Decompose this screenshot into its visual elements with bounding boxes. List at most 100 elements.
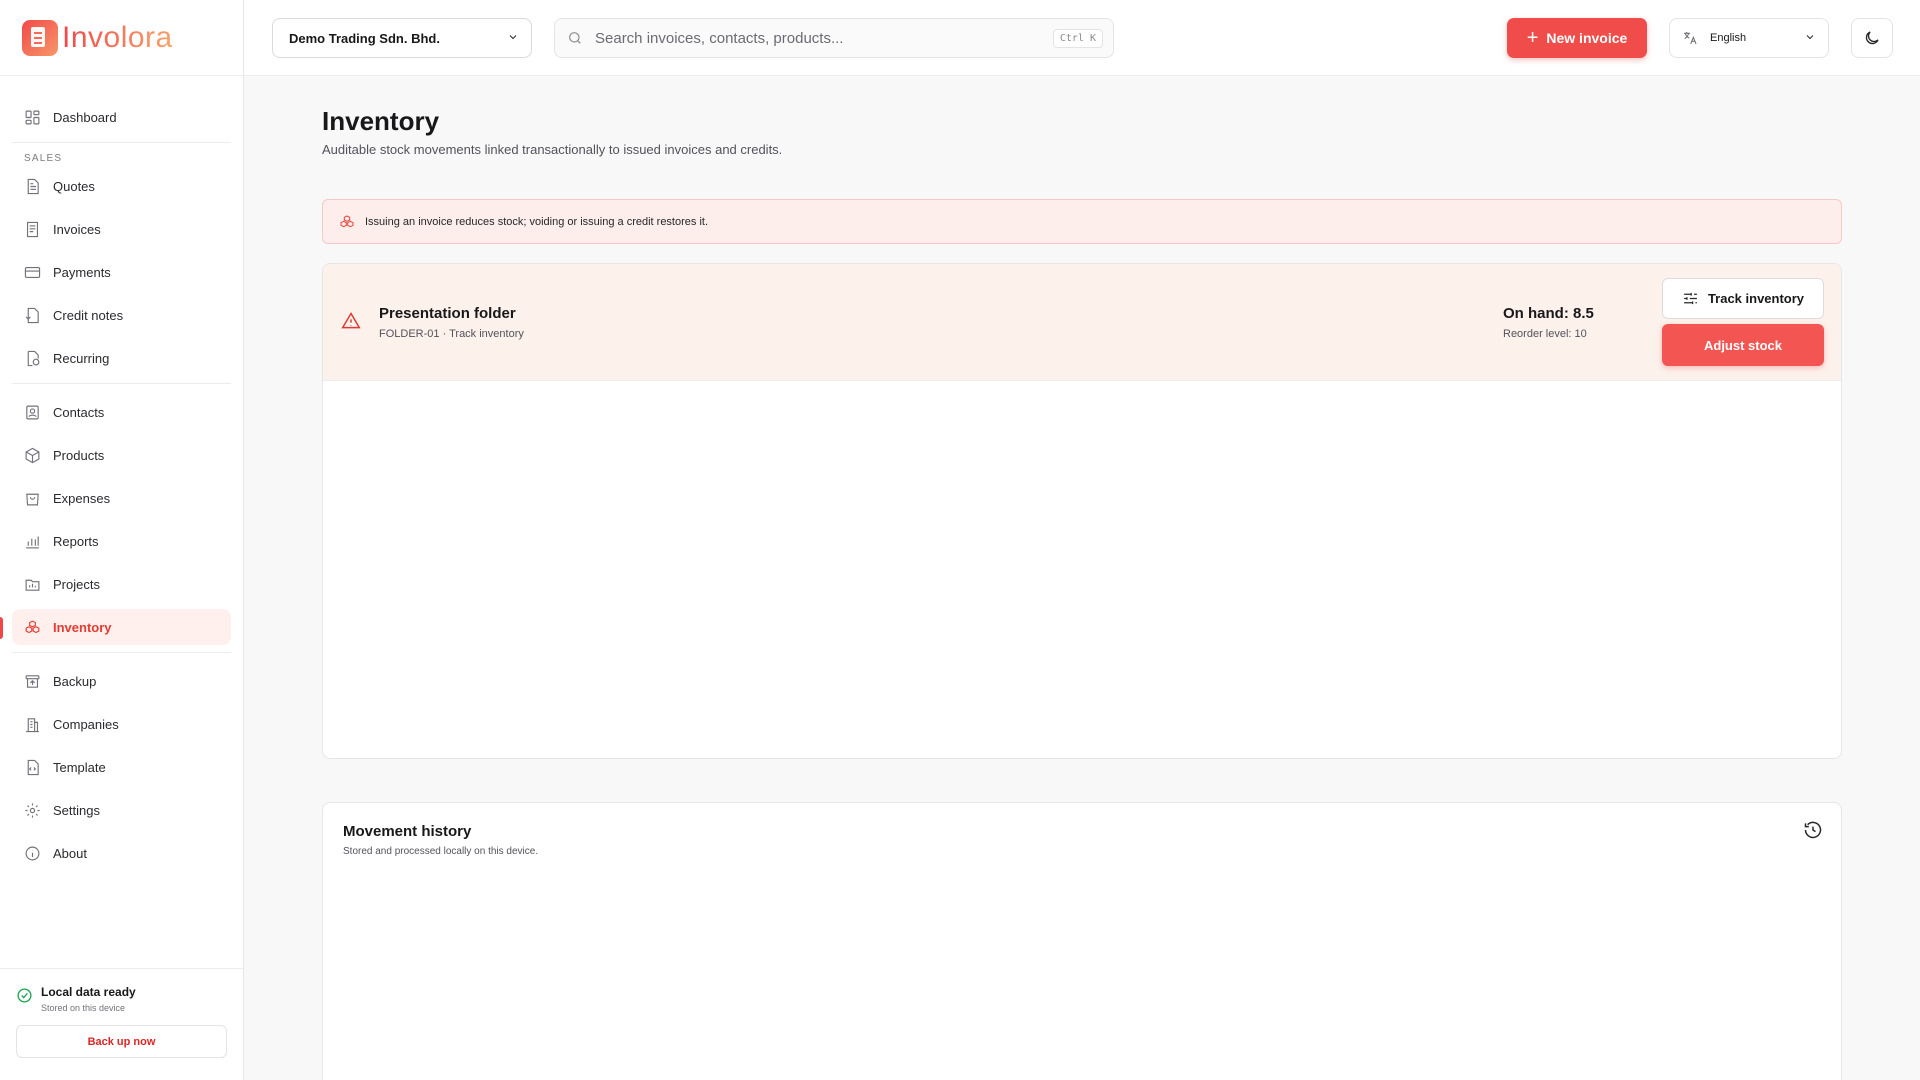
status-title: Local data ready — [41, 985, 136, 999]
sidebar-item-recurring[interactable]: Recurring — [12, 340, 231, 376]
page-subtitle: Auditable stock movements linked transac… — [322, 142, 783, 157]
new-invoice-label: New invoice — [1546, 30, 1628, 46]
sidebar-item-label: Payments — [53, 264, 111, 280]
sidebar-item-label: Inventory — [53, 619, 112, 635]
status-subtitle: Stored on this device — [41, 1003, 126, 1013]
language-select[interactable]: English — [1669, 18, 1829, 58]
alert-text: Issuing an invoice reduces stock; voidin… — [365, 215, 708, 228]
chart-icon — [26, 536, 39, 548]
translate-icon — [1684, 32, 1697, 45]
boxes-icon — [25, 619, 40, 633]
sidebar-item-label: Projects — [53, 576, 100, 592]
sidebar-item-template[interactable]: Template — [12, 749, 231, 785]
dashboard-icon — [25, 110, 40, 124]
archive-icon — [25, 674, 40, 688]
sidebar-item-label: Quotes — [53, 178, 95, 194]
code-file-icon — [27, 759, 39, 775]
sidebar-item-label: Companies — [53, 716, 119, 732]
divider — [12, 652, 231, 653]
sidebar-item-products[interactable]: Products — [12, 437, 231, 473]
search-icon — [569, 32, 581, 44]
sidebar-item-projects[interactable]: Projects — [12, 566, 231, 602]
product-header: Presentation folder FOLDER-01 · Track in… — [323, 264, 1841, 381]
sidebar-item-label: Contacts — [53, 404, 105, 420]
sidebar-item-label: Backup — [53, 673, 97, 689]
gear-icon — [25, 802, 40, 818]
check-circle-icon — [17, 988, 32, 1003]
sliders-icon — [1684, 292, 1697, 305]
sidebar-item-label: Settings — [53, 802, 100, 818]
sidebar-footer: Local data ready Stored on this device B… — [0, 968, 243, 1080]
product-name: Presentation folder — [379, 305, 516, 322]
history-icon[interactable] — [1803, 820, 1823, 840]
divider — [12, 142, 231, 143]
sidebar-item-label: Template — [53, 759, 106, 775]
sidebar-item-contacts[interactable]: Contacts — [12, 394, 231, 430]
sidebar-item-backup[interactable]: Backup — [12, 663, 231, 699]
sidebar-item-label: Dashboard — [53, 109, 117, 125]
sidebar-item-dashboard[interactable]: Dashboard — [12, 99, 231, 135]
info-alert: Issuing an invoice reduces stock; voidin… — [322, 199, 1842, 244]
sidebar-item-label: Products — [53, 447, 105, 463]
info-icon — [25, 846, 40, 860]
sidebar-item-inventory[interactable]: Inventory — [0, 609, 231, 645]
product-meta: FOLDER-01 · Track inventory — [379, 328, 524, 340]
sidebar-item-credit-notes[interactable]: Credit notes — [12, 297, 231, 333]
product-card: Presentation folder FOLDER-01 · Track in… — [322, 263, 1842, 759]
folder-icon — [25, 579, 40, 591]
back-up-now-button[interactable]: Back up now — [16, 1025, 227, 1058]
chevron-down-icon — [1804, 31, 1816, 46]
search-input[interactable] — [595, 29, 1053, 47]
top-bar: Demo Trading Sdn. Bhd. Ctrl K + New invo… — [244, 0, 1920, 76]
sidebar-nav: Dashboard SALES Quotes Invoices Payments… — [0, 76, 243, 871]
contacts-icon — [26, 405, 39, 419]
theme-toggle-button[interactable] — [1851, 18, 1893, 58]
company-select[interactable]: Demo Trading Sdn. Bhd. — [272, 18, 532, 58]
sidebar-item-expenses[interactable]: Expenses — [12, 480, 231, 516]
divider — [12, 383, 231, 384]
sidebar-item-payments[interactable]: Payments — [12, 254, 231, 290]
logo[interactable]: Involora — [0, 0, 243, 76]
sidebar-item-label: Invoices — [53, 221, 101, 237]
movement-history-title: Movement history — [343, 823, 472, 840]
sidebar-item-companies[interactable]: Companies — [12, 706, 231, 742]
recurring-icon — [27, 350, 40, 366]
reorder-level: Reorder level: 10 — [1503, 328, 1587, 340]
sidebar-item-label: About — [53, 845, 87, 861]
track-inventory-label: Track inventory — [1707, 291, 1805, 306]
building-icon — [26, 717, 39, 732]
sidebar-item-label: Expenses — [53, 490, 111, 506]
adjust-stock-button[interactable]: Adjust stock — [1662, 324, 1824, 366]
local-data-status: Local data ready Stored on this device — [16, 985, 227, 1013]
active-indicator — [0, 617, 3, 639]
sidebar-item-label: Credit notes — [53, 307, 124, 323]
search-box[interactable]: Ctrl K — [554, 18, 1114, 58]
chevron-down-icon — [507, 31, 519, 46]
card-icon — [24, 266, 41, 278]
sidebar: Involora Dashboard SALES Quotes Invoices… — [0, 0, 244, 1080]
sidebar-item-invoices[interactable]: Invoices — [12, 211, 231, 247]
sidebar-item-about[interactable]: About — [12, 835, 231, 871]
search-shortcut-hint: Ctrl K — [1052, 28, 1103, 48]
boxes-icon — [340, 214, 354, 227]
track-inventory-button[interactable]: Track inventory — [1662, 278, 1824, 319]
sidebar-item-quotes[interactable]: Quotes — [12, 168, 231, 204]
logo-icon — [22, 19, 58, 56]
page-title: Inventory — [322, 106, 440, 136]
warning-icon — [341, 311, 361, 331]
box-icon — [25, 447, 40, 463]
sidebar-item-label: Recurring — [53, 350, 110, 366]
bag-icon — [26, 493, 39, 505]
quote-icon — [27, 178, 39, 194]
sidebar-item-label: Reports — [53, 533, 99, 549]
company-name: Demo Trading Sdn. Bhd. — [289, 30, 440, 46]
moon-icon — [1865, 31, 1879, 45]
sidebar-item-settings[interactable]: Settings — [12, 792, 231, 828]
plus-icon: + — [1526, 27, 1539, 49]
main-content: Inventory Auditable stock movements link… — [322, 76, 1842, 1080]
sales-section-label: SALES — [24, 153, 63, 164]
new-invoice-button[interactable]: + New invoice — [1507, 18, 1647, 58]
sidebar-item-reports[interactable]: Reports — [12, 523, 231, 559]
logo-text: Involora — [62, 20, 173, 54]
credit-note-icon — [25, 307, 39, 323]
